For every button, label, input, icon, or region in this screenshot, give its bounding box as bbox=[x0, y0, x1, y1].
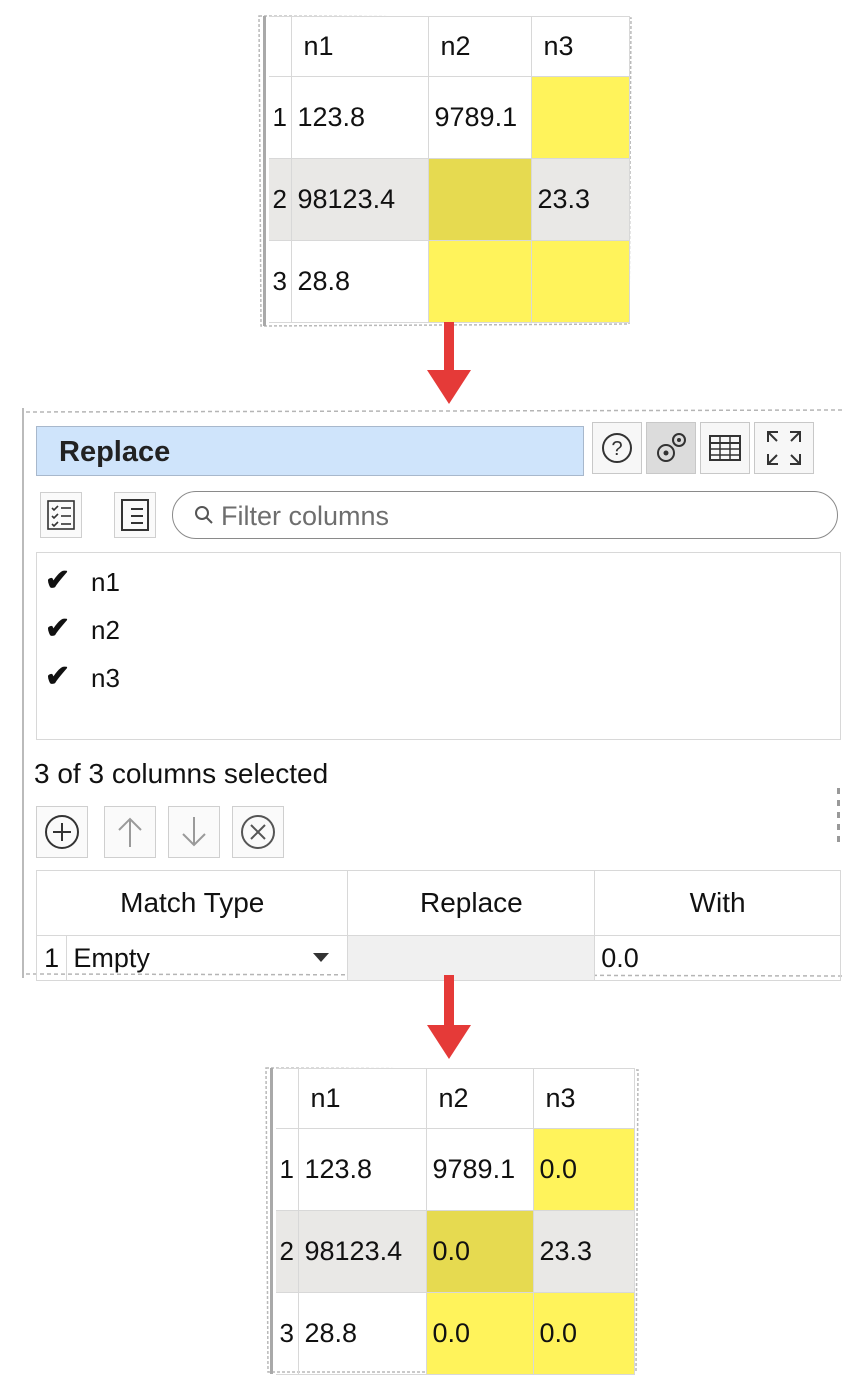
checkmark-icon[interactable]: ✔ bbox=[45, 659, 70, 694]
row-number: 2 bbox=[269, 158, 292, 241]
flow-arrow-down-icon bbox=[427, 1025, 471, 1059]
column-header-n2[interactable]: n2 bbox=[427, 16, 532, 77]
with-value-cell[interactable]: 0.0 bbox=[594, 935, 841, 981]
output-data-grid: n1 n2 n3 1 123.8 9789.1 0.0 2 98123.4 0.… bbox=[276, 1068, 635, 1375]
replaced-cell-highlighted[interactable]: 0.0 bbox=[425, 1210, 534, 1293]
help-icon: ? bbox=[602, 433, 632, 463]
table-cell[interactable]: 28.8 bbox=[297, 1292, 427, 1375]
expand-icon bbox=[767, 431, 801, 465]
filter-placeholder: Filter columns bbox=[221, 501, 390, 531]
row-number: 1 bbox=[35, 935, 68, 981]
input-data-grid: n1 n2 n3 1 123.8 9789.1 2 98123.4 23.3 3… bbox=[269, 16, 630, 323]
grid-frame-line bbox=[263, 16, 266, 326]
filter-columns-input[interactable]: Filter columns bbox=[172, 491, 838, 539]
arrow-up-icon bbox=[118, 817, 142, 847]
replaced-cell-highlighted[interactable]: 0.0 bbox=[532, 1128, 635, 1211]
empty-cell-highlighted[interactable] bbox=[530, 240, 630, 323]
column-item-label: n3 bbox=[91, 663, 120, 693]
table-cell[interactable]: 123.8 bbox=[297, 1128, 427, 1211]
column-item-label: n1 bbox=[91, 567, 120, 597]
table-cell[interactable]: 9789.1 bbox=[427, 76, 532, 159]
move-down-button[interactable] bbox=[168, 806, 220, 858]
column-item-label: n2 bbox=[91, 615, 120, 645]
checkmark-icon[interactable]: ✔ bbox=[45, 563, 70, 598]
search-icon bbox=[195, 506, 213, 524]
match-type-dropdown[interactable]: Empty bbox=[66, 935, 349, 981]
column-header-replace[interactable]: Replace bbox=[347, 870, 596, 936]
select-all-button[interactable] bbox=[40, 492, 82, 538]
column-header-n3[interactable]: n3 bbox=[532, 1068, 635, 1129]
maximize-button[interactable] bbox=[754, 422, 814, 474]
table-cell[interactable]: 98123.4 bbox=[297, 1210, 427, 1293]
flow-arrow-stem bbox=[444, 975, 454, 1027]
flow-arrow-down-icon bbox=[427, 370, 471, 404]
show-table-button[interactable] bbox=[700, 422, 750, 474]
table-cell[interactable]: 98123.4 bbox=[290, 158, 429, 241]
column-header-match-type[interactable]: Match Type bbox=[35, 870, 349, 936]
checkmark-icon[interactable]: ✔ bbox=[45, 611, 70, 646]
row-number: 1 bbox=[276, 1128, 299, 1211]
corner-cell bbox=[269, 16, 292, 77]
svg-text:?: ? bbox=[611, 438, 622, 460]
gear-icon bbox=[657, 433, 686, 462]
grid-frame-line bbox=[270, 1068, 273, 1374]
output-table-panel: n1 n2 n3 1 123.8 9789.1 0.0 2 98123.4 0.… bbox=[262, 1064, 642, 1376]
replace-rules-table: Match Type Replace With 1 Empty 0.0 bbox=[35, 870, 841, 981]
replace-value-cell[interactable] bbox=[347, 935, 596, 981]
input-table-panel: n1 n2 n3 1 123.8 9789.1 2 98123.4 23.3 3… bbox=[255, 12, 635, 330]
scroll-indicator bbox=[837, 788, 840, 848]
row-number: 2 bbox=[276, 1210, 299, 1293]
column-header-n3[interactable]: n3 bbox=[530, 16, 630, 77]
column-header-n1[interactable]: n1 bbox=[297, 1068, 427, 1129]
empty-cell-highlighted[interactable] bbox=[427, 240, 532, 323]
row-number: 1 bbox=[269, 76, 292, 159]
table-cell[interactable]: 123.8 bbox=[290, 76, 429, 159]
replaced-cell-highlighted[interactable]: 0.0 bbox=[425, 1292, 534, 1375]
add-rule-button[interactable] bbox=[36, 806, 88, 858]
move-up-button[interactable] bbox=[104, 806, 156, 858]
remove-rule-button[interactable] bbox=[232, 806, 284, 858]
settings-button[interactable] bbox=[646, 422, 696, 474]
help-button[interactable]: ? bbox=[592, 422, 642, 474]
checklist-icon bbox=[47, 500, 75, 530]
panel-title: Replace bbox=[59, 436, 171, 468]
replaced-cell-highlighted[interactable]: 0.0 bbox=[532, 1292, 635, 1375]
table-cell[interactable]: 9789.1 bbox=[425, 1128, 534, 1211]
column-header-n2[interactable]: n2 bbox=[425, 1068, 534, 1129]
empty-cell-highlighted[interactable] bbox=[427, 158, 532, 241]
table-cell[interactable]: 23.3 bbox=[532, 1210, 635, 1293]
match-type-value: Empty bbox=[73, 942, 150, 973]
table-icon bbox=[709, 435, 741, 461]
column-header-with[interactable]: With bbox=[594, 870, 841, 936]
row-number: 3 bbox=[276, 1292, 299, 1375]
dropdown-arrow-icon bbox=[313, 953, 330, 962]
corner-cell bbox=[276, 1068, 299, 1129]
arrow-down-icon bbox=[182, 817, 206, 847]
select-none-button[interactable] bbox=[114, 492, 156, 538]
replace-panel: Replace ? Filter columns ✔ n1 ✔ n2 ✔ n3 … bbox=[22, 408, 842, 981]
panel-title-bar[interactable]: Replace bbox=[36, 426, 584, 476]
selection-status: 3 of 3 columns selected bbox=[34, 758, 329, 789]
column-list: ✔ n1 ✔ n2 ✔ n3 bbox=[36, 552, 841, 740]
plus-circle-icon bbox=[45, 815, 79, 849]
flow-arrow-stem bbox=[444, 322, 454, 372]
table-cell[interactable]: 28.8 bbox=[290, 240, 429, 323]
empty-cell-highlighted[interactable] bbox=[530, 76, 630, 159]
table-cell[interactable]: 23.3 bbox=[530, 158, 630, 241]
close-circle-icon bbox=[241, 815, 275, 849]
row-number: 3 bbox=[269, 240, 292, 323]
list-icon bbox=[121, 499, 149, 531]
column-header-n1[interactable]: n1 bbox=[290, 16, 429, 77]
